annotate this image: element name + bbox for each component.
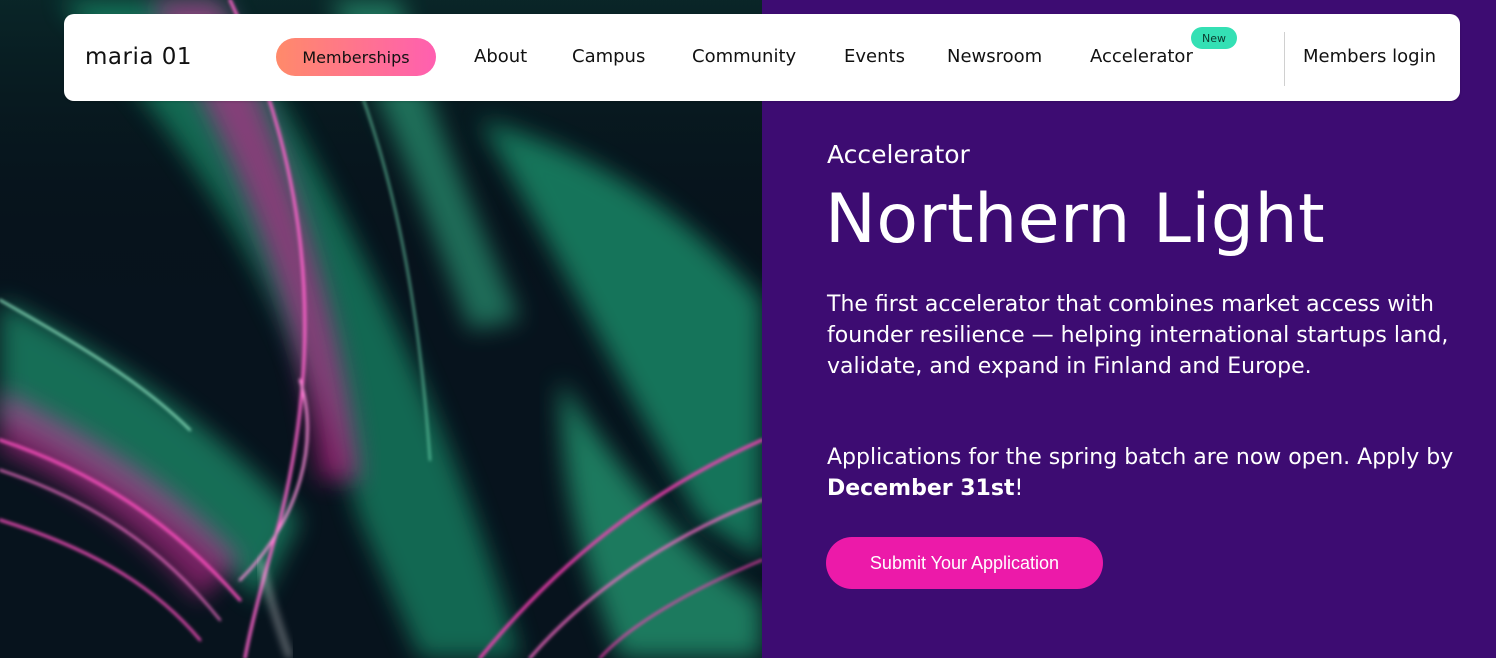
nav-divider (1284, 32, 1285, 86)
submit-application-button[interactable]: Submit Your Application (826, 537, 1103, 589)
nav-item-campus[interactable]: Campus (572, 46, 645, 67)
site-logo[interactable]: maria 01 (85, 44, 192, 70)
nav-item-events[interactable]: Events (844, 46, 905, 67)
deadline-prefix: Applications for the spring batch are no… (827, 445, 1454, 470)
new-badge: New (1191, 27, 1237, 49)
hero-deadline-text: Applications for the spring batch are no… (827, 442, 1467, 504)
deadline-suffix: ! (1014, 476, 1024, 501)
nav-item-newsroom[interactable]: Newsroom (947, 46, 1042, 67)
nav-item-accelerator[interactable]: Accelerator (1090, 46, 1193, 67)
members-login-link[interactable]: Members login (1303, 46, 1436, 67)
hero-description: The first accelerator that combines mark… (827, 292, 1449, 379)
top-navigation-bar: maria 01 Memberships About Campus Commun… (64, 14, 1460, 101)
nav-item-memberships[interactable]: Memberships (276, 38, 436, 76)
nav-item-about[interactable]: About (474, 46, 527, 67)
nav-item-community[interactable]: Community (692, 46, 796, 67)
hero-eyebrow: Accelerator (827, 140, 970, 169)
hero-title: Northern Light (825, 180, 1326, 259)
deadline-date: December 31st (827, 476, 1015, 501)
